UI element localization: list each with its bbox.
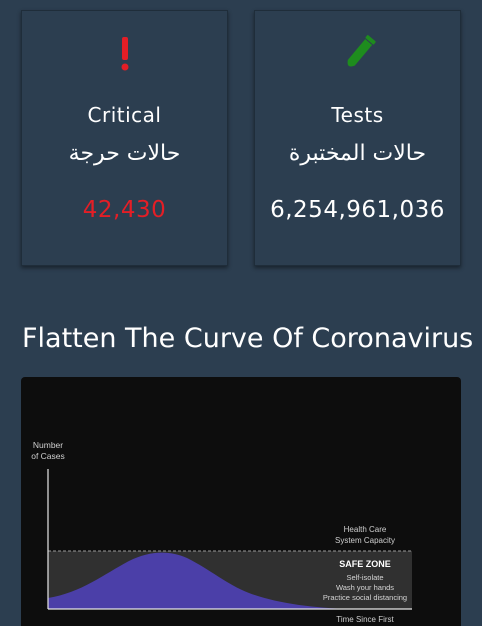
safe-zone-item-1: Self-isolate: [346, 573, 383, 582]
tests-card: Tests حالات المختبرة 6,254,961,036: [254, 10, 461, 266]
capacity-label-line1: Health Care: [344, 525, 387, 534]
safe-zone-item-3: Practice social distancing: [323, 593, 407, 602]
critical-value: 42,430: [82, 197, 167, 223]
capacity-label-line2: System Capacity: [335, 536, 395, 545]
tests-label: Tests: [331, 103, 384, 127]
x-axis-label: Time Since First: [336, 615, 394, 624]
safe-zone-item-2: Wash your hands: [336, 583, 394, 592]
critical-card: Critical حالات حرجة 42,430: [21, 10, 228, 266]
y-axis-label-line1: Number: [33, 440, 63, 450]
critical-label: Critical: [87, 103, 162, 127]
safe-zone-title: SAFE ZONE: [339, 559, 391, 569]
page: Critical حالات حرجة 42,430 Tests حالات ا…: [0, 0, 482, 626]
exclamation-icon: [22, 33, 227, 75]
section-title: Flatten The Curve Of Coronavirus: [22, 323, 474, 354]
y-axis-label-line2: of Cases: [31, 451, 65, 461]
tests-value: 6,254,961,036: [270, 197, 445, 223]
flatten-curve-graphic: Number of Cases Health Care System Capac…: [21, 377, 461, 626]
tests-label-arabic: حالات المختبرة: [288, 141, 427, 166]
stats-cards: Critical حالات حرجة 42,430 Tests حالات ا…: [21, 10, 461, 266]
critical-label-arabic: حالات حرجة: [68, 141, 181, 166]
test-tube-icon: [255, 33, 460, 75]
